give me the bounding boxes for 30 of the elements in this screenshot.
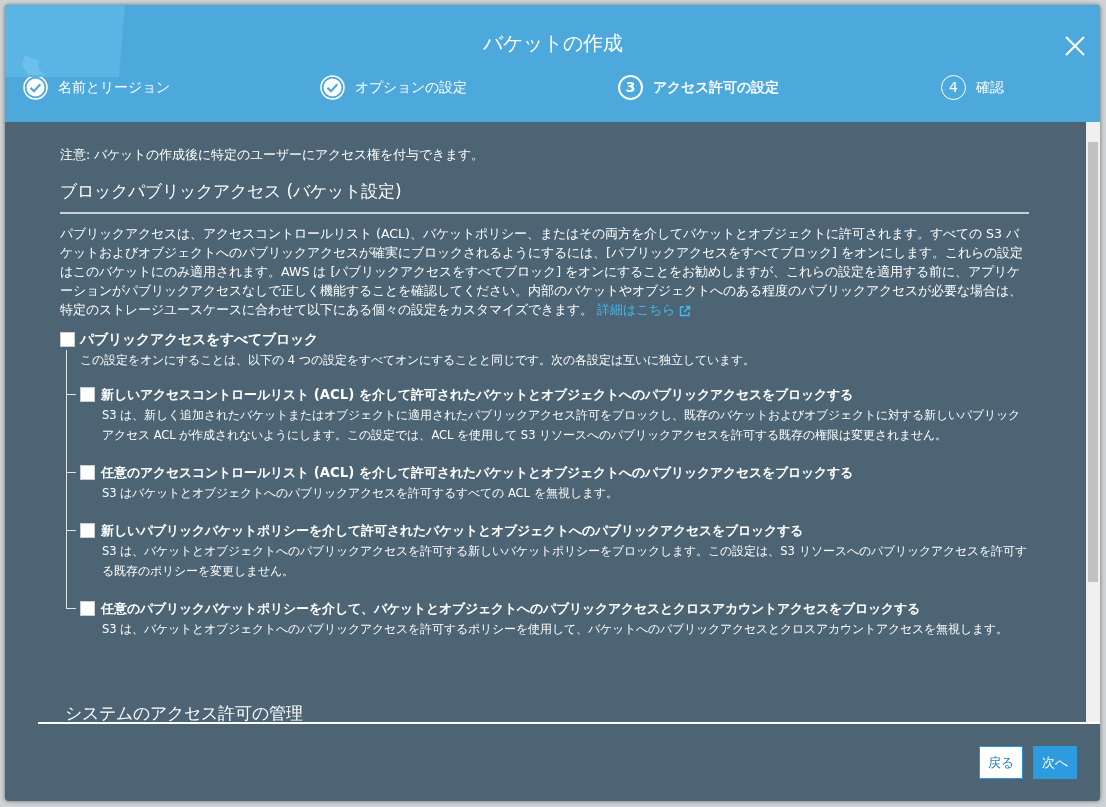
learn-more-link[interactable]: 詳細はこちら — [597, 302, 692, 318]
checkbox-label: 任意のアクセスコントロールリスト (ACL) を介して許可されたバケットとオブジェクトへのパブリックアクセスをブロックする — [101, 463, 853, 482]
help-text: S3 は、バケットとオブジェクトへのパブリックアクセスを許可する新しいバケットポリシーをブロックします。この設定は、S3 リソースへのパブリックアクセスを許可する既存のポリシーを変更しません。 — [101, 542, 1028, 580]
dialog-title: バケットの作成 — [482, 30, 623, 57]
checkbox[interactable] — [80, 387, 95, 403]
external-link-icon — [679, 304, 692, 317]
help-text: S3 はバケットとオブジェクトへのパブリックアクセスを許可するすべての ACL を無視します。 — [101, 484, 619, 502]
checkbox[interactable] — [60, 332, 75, 347]
note-text: 注意: バケットの作成後に特定のユーザーにアクセス権を付与できます。 — [60, 146, 486, 164]
scrollbar[interactable] — [1086, 122, 1100, 722]
description-text: パブリックアクセスは、アクセスコントロールリスト (ACL)、バケットポリシー、またはその両方を介してバケットとオブジェクトに許可されます。すべての S3 バケットおよびオブジェクトへのパブリックアクセスが確実にブロックされるようにするには、[パブリックアクセスをすべてブロック] をオンにします。これらの設定はこのバケットにのみ適用されます。AWS は [パブリックアクセスをすべてブロック] をオンにすることをお勧めしますが、これらの設定を適用する前に、アプリケーションがパブリックアクセスなしで正しく機能することを確認してください。内部のバケットやオブジェクトへのある程度のパブリックアクセスが必要な場合は、特定のストレージユースケースに合わせて以下にある個々の設定をカスタマイズできます。 詳細はこちら — [60, 225, 1024, 320]
section-heading: ブロックパブリックアクセス (バケット設定) — [60, 178, 1029, 215]
help-text: S3 は、新しく追加されたバケットまたはオブジェクトに適用されたパブリックアクセス許可をブロックし、既存のバケットおよびオブジェクトに対する新しいパブリックアクセス ACL が作成されないようにします。この設定では、ACL を使用して S3 リソースへのパブリックアクセスを許可する既存の権限は変更されません。 — [101, 406, 1022, 444]
section-heading: システムのアクセス許可の管理 — [40, 700, 1049, 722]
step-number: 3 — [618, 75, 643, 100]
back-button[interactable]: 戻る — [979, 745, 1023, 780]
next-button[interactable]: 次へ — [1033, 745, 1077, 780]
step-label[interactable]: オプションの設定 — [355, 77, 467, 98]
checkbox-label: 任意のパブリックバケットポリシーを介して、バケットとオブジェクトへのパブリックアクセスとクロスアカウントアクセスをブロックする — [101, 599, 920, 618]
checkbox-label: 新しいパブリックバケットポリシーを介して許可されたバケットとオブジェクトへのパブリックアクセスをブロックする — [101, 521, 803, 540]
help-text: この設定をオンにすることは、以下の 4 つの設定をすべてオンにすることと同じです。次の各設定は互いに独立しています。 — [80, 351, 756, 369]
help-text: S3 は、バケットとオブジェクトへのパブリックアクセスを許可するポリシーを使用して、バケットへのパブリックアクセスとクロスアカウントアクセスを無視します。 — [101, 620, 1010, 638]
step-label[interactable]: 確認 — [976, 77, 1004, 98]
checkbox-label: 新しいアクセスコントロールリスト (ACL) を介して許可されたバケットとオブジェクトへのパブリックアクセスをブロックする — [101, 385, 853, 404]
checkbox[interactable] — [80, 465, 95, 481]
checkbox[interactable] — [80, 523, 95, 539]
step-label[interactable]: アクセス許可の設定 — [653, 77, 779, 98]
step-label[interactable]: 名前とリージョン — [58, 77, 170, 98]
checkbox[interactable] — [80, 601, 95, 617]
checkbox-label: パブリックアクセスをすべてブロック — [80, 330, 318, 350]
